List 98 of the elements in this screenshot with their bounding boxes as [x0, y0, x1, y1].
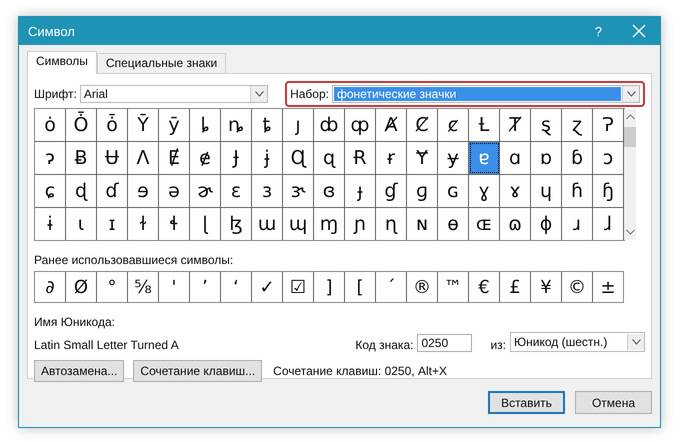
symbol-cell[interactable]: ɸ: [531, 208, 562, 240]
symbol-cell[interactable]: ɴ: [407, 208, 438, 240]
symbol-cell[interactable]: Ȱ: [66, 109, 97, 141]
symbol-cell[interactable]: ȱ: [97, 109, 128, 141]
symbol-cell[interactable]: ɫ: [128, 208, 159, 240]
dialog-button[interactable]: Сочетание клавиш...: [133, 360, 262, 382]
symbol-cell[interactable]: Ⱥ: [376, 109, 407, 141]
from-label: из:: [490, 338, 506, 352]
scroll-up-icon[interactable]: [626, 114, 634, 120]
symbol-cell[interactable]: ɶ: [469, 208, 500, 240]
symbol-cell[interactable]: ɲ: [345, 208, 376, 240]
scrollbar[interactable]: [624, 109, 636, 240]
symbol-cell[interactable]: Ʉ: [97, 142, 128, 174]
symbol-cell[interactable]: ɠ: [376, 175, 407, 207]
symbol-cell[interactable]: ȼ: [438, 109, 469, 141]
recent-symbol[interactable]: ±: [593, 272, 623, 302]
symbol-cell[interactable]: ɋ: [314, 142, 345, 174]
symbol-cell[interactable]: ɛ: [221, 175, 252, 207]
cancel-button[interactable]: Отмена: [575, 391, 652, 414]
window-title: Символ: [28, 24, 76, 38]
chevron-icon: [632, 339, 640, 345]
symbol-cell[interactable]: Ɏ: [407, 142, 438, 174]
symbol-cell[interactable]: ɕ: [35, 175, 66, 207]
symbol-cell[interactable]: ɗ: [97, 175, 128, 207]
symbol-cell[interactable]: ɖ: [66, 175, 97, 207]
symbol-cell[interactable]: ɞ: [314, 175, 345, 207]
symbol-cell[interactable]: ɢ: [438, 175, 469, 207]
font-label: Шрифт:: [34, 87, 77, 101]
symbol-cell[interactable]: ɭ: [190, 208, 221, 240]
symbol-cell[interactable]: ɮ: [221, 208, 252, 240]
symbol-cell[interactable]: ɷ: [500, 208, 531, 240]
symbol-cell[interactable]: Ɇ: [159, 142, 190, 174]
symbol-cell[interactable]: ɯ: [252, 208, 283, 240]
font-dropdown[interactable]: Arial: [80, 85, 268, 103]
symbol-cell[interactable]: ɩ: [66, 208, 97, 240]
unicode-name: Latin Small Letter Turned A: [34, 338, 180, 352]
symbol-cell[interactable]: ɇ: [190, 142, 221, 174]
symbol-cell[interactable]: ɍ: [376, 142, 407, 174]
symbol-cell[interactable]: ə: [159, 175, 190, 207]
symbol-cell[interactable]: ȿ: [531, 109, 562, 141]
tab[interactable]: Символы: [27, 51, 97, 74]
symbol-cell[interactable]: Ʌ: [128, 142, 159, 174]
symbol-cell[interactable]: ɱ: [314, 208, 345, 240]
symbol-cell[interactable]: ȴ: [190, 109, 221, 141]
scroll-thumb[interactable]: [624, 127, 636, 147]
symbol-cell[interactable]: ɬ: [159, 208, 190, 240]
symbol-cell[interactable]: ȹ: [345, 109, 376, 141]
symbol-cell[interactable]: ɒ: [531, 142, 562, 174]
recent-symbols-label: Ранее использовавшиеся символы:: [34, 253, 234, 267]
symbol-cell[interactable]: ɓ: [562, 142, 593, 174]
shortcut-text: Сочетание клавиш: 0250, Alt+X: [273, 364, 447, 378]
symbol-cell[interactable]: ɜ: [252, 175, 283, 207]
unicode-name-label: Имя Юникода:: [34, 315, 116, 329]
symbol-cell[interactable]: ɰ: [283, 208, 314, 240]
symbol-cell[interactable]: ɪ: [97, 208, 128, 240]
subset-label: Набор:: [290, 87, 329, 101]
symbol-cell[interactable]: Ȼ: [407, 109, 438, 141]
code-field[interactable]: 0250: [417, 334, 472, 352]
symbol-cell[interactable]: ɤ: [500, 175, 531, 207]
symbol-cell[interactable]: ȵ: [221, 109, 252, 141]
symbol-cell[interactable]: ȸ: [314, 109, 345, 141]
code-label: Код знака:: [355, 338, 414, 352]
symbol-cell[interactable]: ɚ: [190, 175, 221, 207]
symbol-cell[interactable]: ɨ: [35, 208, 66, 240]
tab[interactable]: Специальные знаки: [96, 53, 226, 73]
symbol-cell[interactable]: ɡ: [407, 175, 438, 207]
symbol-cell[interactable]: ɥ: [531, 175, 562, 207]
scroll-down-icon[interactable]: [626, 229, 634, 235]
symbol-cell[interactable]: ɘ: [128, 175, 159, 207]
symbol-cell[interactable]: ɝ: [283, 175, 314, 207]
symbol-cell[interactable]: ɣ: [469, 175, 500, 207]
symbol-cell[interactable]: Ɉ: [221, 142, 252, 174]
dialog-button[interactable]: Автозамена...: [34, 360, 124, 382]
symbol-cell[interactable]: Ƚ: [469, 109, 500, 141]
symbol-cell[interactable]: ȶ: [252, 109, 283, 141]
chevron-icon: [254, 91, 264, 97]
symbol-cell[interactable]: ɂ: [35, 142, 66, 174]
close-icon[interactable]: [632, 24, 646, 38]
chevron-icon: [626, 91, 636, 97]
help-button[interactable]: ?: [594, 24, 602, 38]
symbol-cell[interactable]: Ȳ: [128, 109, 159, 141]
symbol-cell[interactable]: ɳ: [376, 208, 407, 240]
symbol-cell[interactable]: Ɋ: [283, 142, 314, 174]
symbol-cell[interactable]: ȯ: [35, 109, 66, 141]
symbol-cell[interactable]: ɹ: [562, 208, 593, 240]
symbol-cell[interactable]: ɟ: [345, 175, 376, 207]
symbol-cell[interactable]: ɉ: [252, 142, 283, 174]
symbol-cell[interactable]: ɀ: [562, 109, 593, 141]
symbol-cell[interactable]: ɵ: [438, 208, 469, 240]
symbol-cell[interactable]: Ⱦ: [500, 109, 531, 141]
symbol-cell[interactable]: Ɍ: [345, 142, 376, 174]
symbol-cell[interactable]: ɦ: [562, 175, 593, 207]
symbol-cell[interactable]: ȷ: [283, 109, 314, 141]
symbol-cell[interactable]: ɑ: [500, 142, 531, 174]
symbol-cell[interactable]: Ƀ: [66, 142, 97, 174]
insert-button[interactable]: Вставить: [488, 391, 565, 414]
symbol-cell[interactable]: ȳ: [159, 109, 190, 141]
encoding-dropdown[interactable]: Юникод (шестн.): [510, 332, 645, 352]
